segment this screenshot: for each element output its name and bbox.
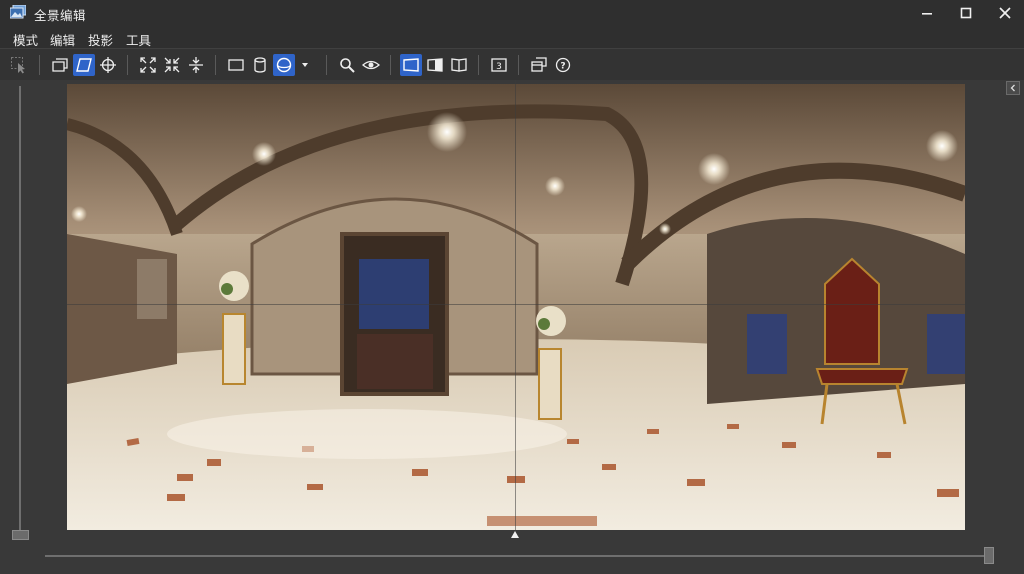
panorama-image[interactable] <box>67 84 965 530</box>
expand-button[interactable] <box>137 54 159 76</box>
window-title: 全景编辑 <box>34 8 87 23</box>
rectangle-projection-icon <box>228 59 244 71</box>
number-3-button[interactable]: 3 <box>488 54 510 76</box>
title-bar: 全景编辑 <box>0 0 1024 26</box>
view-panel-single-icon <box>403 58 419 72</box>
help-icon: ? <box>555 57 571 73</box>
number-3-icon: 3 <box>491 58 507 72</box>
sphere-projection-button[interactable] <box>273 54 295 76</box>
crosshair-horizontal-line <box>67 304 965 305</box>
maximize-button[interactable] <box>944 0 988 26</box>
crosshair-icon <box>100 57 116 73</box>
cylinder-projection-icon <box>254 57 266 73</box>
chevron-left-icon <box>1010 84 1015 92</box>
toolbar-separator <box>39 55 40 75</box>
select-tool-button[interactable] <box>8 54 30 76</box>
horizontal-slider-track[interactable] <box>45 555 991 557</box>
toolbar-separator <box>390 55 391 75</box>
crosshair-vertical-line <box>515 80 516 535</box>
maximize-icon <box>960 7 972 19</box>
cylinder-projection-button[interactable] <box>249 54 271 76</box>
help-button[interactable]: ? <box>552 54 574 76</box>
toolbar-separator <box>215 55 216 75</box>
menu-edit[interactable]: 编辑 <box>50 30 75 49</box>
menu-mode[interactable]: 模式 <box>13 30 38 49</box>
toolbar-separator <box>478 55 479 75</box>
toolbar-separator <box>127 55 128 75</box>
view-book-button[interactable] <box>448 54 470 76</box>
close-button[interactable] <box>983 0 1024 26</box>
toolbar-separator <box>518 55 519 75</box>
svg-text:?: ? <box>560 62 565 72</box>
split-vertical-icon <box>189 57 203 73</box>
sphere-projection-icon <box>276 57 292 73</box>
app-icon <box>10 5 26 19</box>
projection-dropdown-button[interactable] <box>297 54 313 76</box>
layers-button[interactable] <box>49 54 71 76</box>
menu-projection[interactable]: 投影 <box>88 30 113 49</box>
preview-button[interactable] <box>360 54 382 76</box>
close-icon <box>999 7 1011 19</box>
eye-preview-icon <box>362 60 380 70</box>
crosshair-button[interactable] <box>97 54 119 76</box>
menu-tools[interactable]: 工具 <box>126 30 151 49</box>
plane-icon <box>76 58 92 72</box>
vertical-slider-handle[interactable] <box>12 530 29 540</box>
view-panel-split-icon <box>427 58 443 72</box>
center-marker-icon <box>511 531 519 538</box>
vertical-slider-track[interactable] <box>19 86 21 532</box>
select-cursor-icon <box>11 57 25 74</box>
collapse-panel-button[interactable] <box>1006 81 1020 95</box>
plane-button[interactable] <box>73 54 95 76</box>
minimize-button[interactable] <box>905 0 949 26</box>
panorama-preview-icon <box>67 84 965 530</box>
view-split-button[interactable] <box>424 54 446 76</box>
zoom-button[interactable] <box>336 54 358 76</box>
menu-bar: 模式 编辑 投影 工具 <box>0 26 1024 48</box>
toolbar-separator <box>326 55 327 75</box>
horizontal-slider-handle[interactable] <box>984 547 994 564</box>
contract-icon <box>164 57 180 73</box>
split-vertical-button[interactable] <box>185 54 207 76</box>
svg-text:3: 3 <box>496 62 502 72</box>
dropdown-arrow-icon <box>302 63 308 67</box>
toolbar: 3 ? <box>0 48 1024 81</box>
window-copy-icon <box>531 57 547 72</box>
rectangle-projection-button[interactable] <box>225 54 247 76</box>
minimize-icon <box>922 13 932 15</box>
view-panel-book-icon <box>451 58 467 72</box>
contract-button[interactable] <box>161 54 183 76</box>
zoom-search-icon <box>340 58 355 73</box>
view-single-button[interactable] <box>400 54 422 76</box>
window-copy-button[interactable] <box>528 54 550 76</box>
layers-icon <box>52 58 68 72</box>
expand-icon <box>140 57 156 73</box>
